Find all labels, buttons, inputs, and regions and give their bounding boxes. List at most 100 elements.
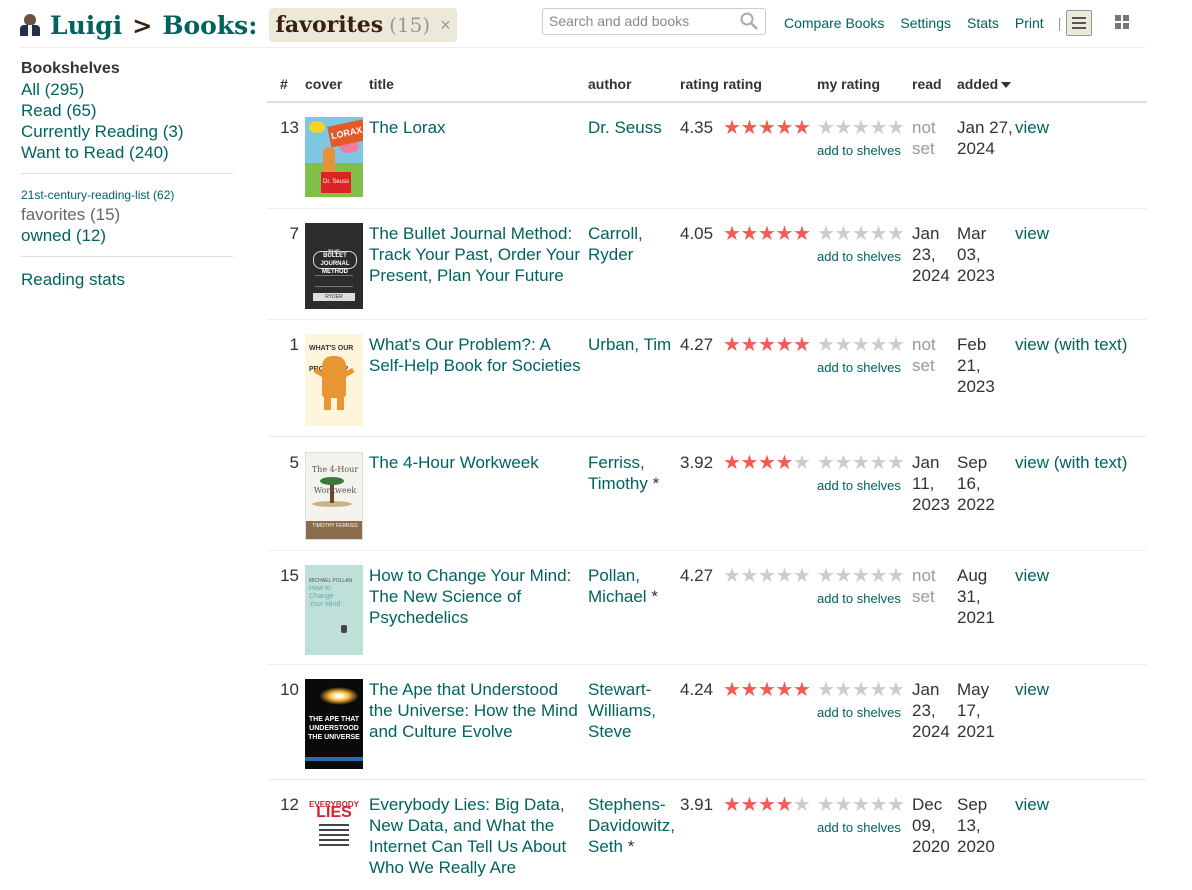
rate-star-icon[interactable]: ★ — [852, 335, 870, 355]
view-review-link[interactable]: view — [1015, 565, 1049, 586]
sidebar-item-21st-century-reading-list[interactable]: 21st-century-reading-list (62) — [21, 186, 233, 204]
my-rating-stars[interactable]: ★ ★ ★ ★ ★ — [817, 335, 905, 355]
col-added[interactable]: added — [957, 76, 1012, 92]
book-title-link[interactable]: The Bullet Journal Method: Track Your Pa… — [369, 223, 581, 286]
sidebar-item-all[interactable]: All (295) — [21, 79, 233, 100]
book-title-link[interactable]: The Ape that Understood the Universe: Ho… — [369, 679, 581, 742]
author-link[interactable]: Pollan, Michael — [588, 566, 647, 606]
book-title-link[interactable]: The 4-Hour Workweek — [369, 452, 581, 473]
view-review-link[interactable]: view (with text) — [1015, 334, 1127, 355]
rate-star-icon[interactable]: ★ — [887, 795, 905, 815]
rate-star-icon[interactable]: ★ — [852, 680, 870, 700]
rate-star-icon[interactable]: ★ — [817, 224, 835, 244]
my-rating-stars[interactable]: ★ ★ ★ ★ ★ — [817, 795, 905, 815]
rate-star-icon[interactable]: ★ — [817, 118, 835, 138]
rate-star-icon[interactable]: ★ — [887, 680, 905, 700]
rate-star-icon[interactable]: ★ — [887, 335, 905, 355]
my-rating-stars[interactable]: ★ ★ ★ ★ ★ — [817, 224, 905, 244]
my-rating-stars[interactable]: ★ ★ ★ ★ ★ — [817, 680, 905, 700]
sidebar-item-owned[interactable]: owned (12) — [21, 225, 233, 246]
col-my-rating[interactable]: my rating — [817, 76, 880, 92]
reading-stats-link[interactable]: Reading stats — [21, 269, 233, 290]
sidebar-item-currently-reading[interactable]: Currently Reading (3) — [21, 121, 233, 142]
book-cover-image[interactable]: THE APE THAT UNDERSTOOD THE UNIVERSE — [305, 679, 363, 769]
book-title-link[interactable]: What's Our Problem?: A Self-Help Book fo… — [369, 334, 581, 376]
book-cover-image[interactable]: MICHAEL POLLAN How to Change Your Mind — [305, 565, 363, 655]
search-input[interactable] — [543, 9, 740, 32]
book-cover-image[interactable]: WHAT'S OUR PROBLEM? — [305, 334, 363, 426]
author-link[interactable]: Urban, Tim — [588, 335, 671, 354]
rate-star-icon[interactable]: ★ — [887, 453, 905, 473]
rate-star-icon[interactable]: ★ — [835, 453, 853, 473]
my-rating-stars[interactable]: ★ ★ ★ ★ ★ — [817, 118, 905, 138]
col-rating[interactable]: rating — [723, 76, 762, 92]
settings-link[interactable]: Settings — [900, 15, 951, 31]
compare-books-link[interactable]: Compare Books — [784, 15, 884, 31]
rate-star-icon[interactable]: ★ — [870, 566, 888, 586]
search-icon[interactable] — [739, 11, 759, 31]
book-title-link[interactable]: How to Change Your Mind: The New Science… — [369, 565, 581, 628]
rate-star-icon[interactable]: ★ — [835, 224, 853, 244]
rate-star-icon[interactable]: ★ — [852, 566, 870, 586]
col-author[interactable]: author — [588, 76, 632, 92]
col-title[interactable]: title — [369, 76, 394, 92]
rate-star-icon[interactable]: ★ — [817, 335, 835, 355]
rate-star-icon[interactable]: ★ — [817, 566, 835, 586]
book-cover-image[interactable]: LORAX Dr. Seuss — [305, 117, 363, 197]
view-review-link[interactable]: view (with text) — [1015, 452, 1127, 473]
book-cover-image[interactable]: THE BULLET JOURNAL METHOD RYDER CARROLL — [305, 223, 363, 309]
rate-star-icon[interactable]: ★ — [870, 118, 888, 138]
my-rating-stars[interactable]: ★ ★ ★ ★ ★ — [817, 453, 905, 473]
author-link[interactable]: Carroll, Ryder — [588, 224, 643, 264]
rate-star-icon[interactable]: ★ — [852, 453, 870, 473]
col-avg-rating[interactable]: rating — [680, 76, 719, 92]
rate-star-icon[interactable]: ★ — [870, 224, 888, 244]
book-cover-image[interactable]: EVERYBODY LIES — [305, 794, 363, 872]
view-review-link[interactable]: view — [1015, 223, 1049, 244]
rate-star-icon[interactable]: ★ — [852, 795, 870, 815]
rate-star-icon[interactable]: ★ — [835, 795, 853, 815]
avatar[interactable] — [20, 14, 40, 36]
rate-star-icon[interactable]: ★ — [835, 118, 853, 138]
book-cover-image[interactable]: The 4-Hour Workweek TIMOTHY FERRISS — [305, 452, 363, 540]
rate-star-icon[interactable]: ★ — [817, 453, 835, 473]
rate-star-icon[interactable]: ★ — [835, 680, 853, 700]
add-to-shelves-link[interactable]: add to shelves — [817, 357, 901, 378]
rate-star-icon[interactable]: ★ — [817, 795, 835, 815]
sidebar-item-want-to-read[interactable]: Want to Read (240) — [21, 142, 233, 163]
print-link[interactable]: Print — [1015, 15, 1044, 31]
rate-star-icon[interactable]: ★ — [870, 335, 888, 355]
col-num[interactable]: # — [280, 76, 288, 92]
view-review-link[interactable]: view — [1015, 794, 1049, 815]
add-to-shelves-link[interactable]: add to shelves — [817, 246, 901, 267]
rate-star-icon[interactable]: ★ — [852, 224, 870, 244]
add-to-shelves-link[interactable]: add to shelves — [817, 140, 901, 161]
close-icon[interactable]: × — [440, 15, 451, 36]
book-title-link[interactable]: The Lorax — [369, 117, 581, 138]
rate-star-icon[interactable]: ★ — [887, 118, 905, 138]
breadcrumb-books[interactable]: Books: — [162, 11, 257, 40]
add-to-shelves-link[interactable]: add to shelves — [817, 588, 901, 609]
view-review-link[interactable]: view — [1015, 117, 1049, 138]
grid-view-icon[interactable] — [1110, 10, 1134, 34]
rate-star-icon[interactable]: ★ — [870, 453, 888, 473]
breadcrumb-user[interactable]: Luigi — [50, 11, 122, 40]
sidebar-item-read[interactable]: Read (65) — [21, 100, 233, 121]
author-link[interactable]: Dr. Seuss — [588, 118, 662, 137]
author-link[interactable]: Ferriss, Timothy — [588, 453, 648, 493]
rate-star-icon[interactable]: ★ — [817, 680, 835, 700]
list-view-icon[interactable] — [1066, 10, 1092, 36]
rate-star-icon[interactable]: ★ — [852, 118, 870, 138]
author-link[interactable]: Stewart-Williams, Steve — [588, 680, 656, 741]
rate-star-icon[interactable]: ★ — [887, 224, 905, 244]
stats-link[interactable]: Stats — [967, 15, 999, 31]
rate-star-icon[interactable]: ★ — [887, 566, 905, 586]
rate-star-icon[interactable]: ★ — [835, 335, 853, 355]
add-to-shelves-link[interactable]: add to shelves — [817, 817, 901, 838]
add-to-shelves-link[interactable]: add to shelves — [817, 702, 901, 723]
rate-star-icon[interactable]: ★ — [870, 795, 888, 815]
book-title-link[interactable]: Everybody Lies: Big Data, New Data, and … — [369, 794, 581, 878]
rate-star-icon[interactable]: ★ — [835, 566, 853, 586]
rate-star-icon[interactable]: ★ — [870, 680, 888, 700]
col-cover[interactable]: cover — [305, 76, 342, 92]
